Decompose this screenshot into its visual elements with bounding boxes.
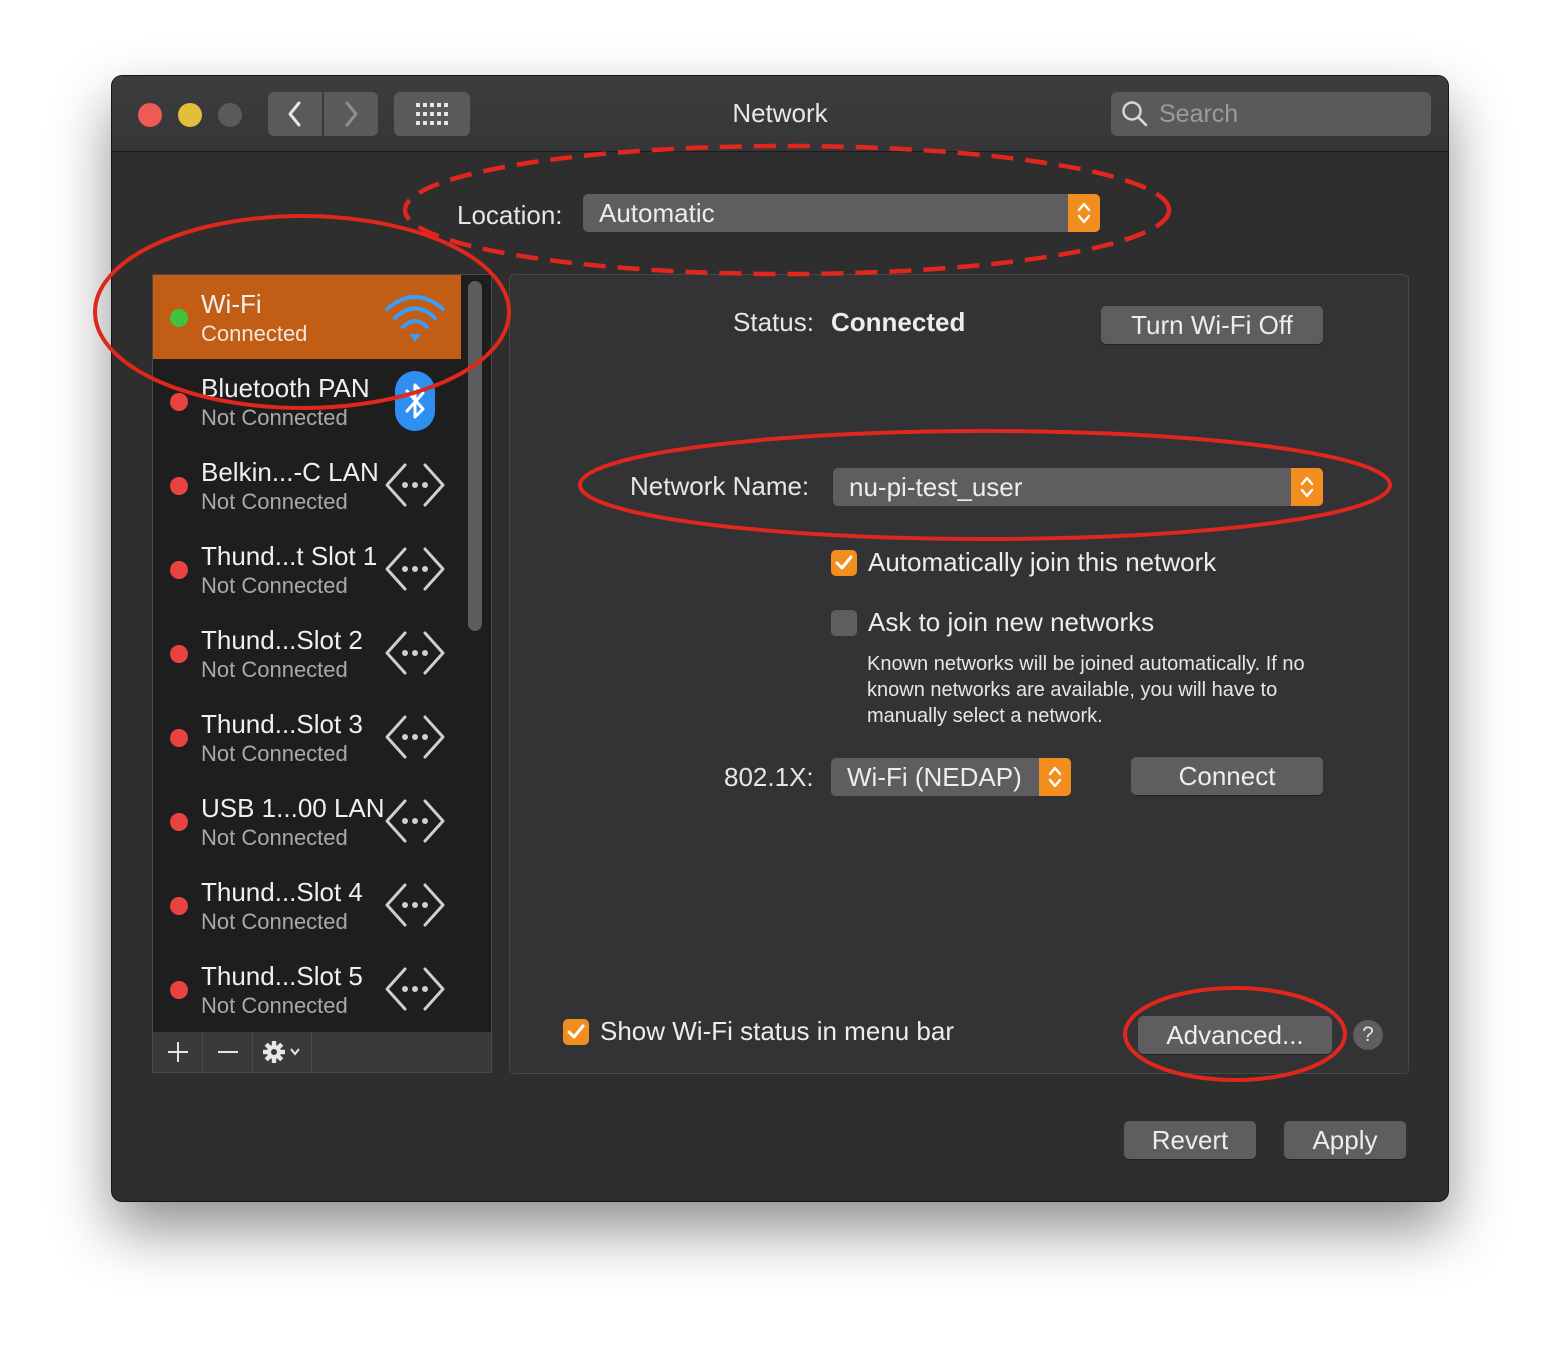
service-item[interactable]: Thund...Slot 2 Not Connected: [153, 611, 461, 695]
auto-join-label: Automatically join this network: [868, 547, 1217, 577]
service-list[interactable]: Wi-Fi Connected Bluetooth PAN Not Connected…: [152, 274, 492, 1034]
service-name: Bluetooth PAN: [201, 373, 370, 403]
ask-join-checkbox[interactable]: [831, 609, 857, 636]
service-name: Belkin...-C LAN: [201, 457, 379, 487]
search-field[interactable]: [1111, 92, 1431, 136]
plus-icon: [167, 1042, 188, 1062]
status-dot: [170, 309, 188, 327]
service-name: Thund...Slot 3: [201, 709, 363, 739]
service-item[interactable]: Thund...Slot 3 Not Connected: [153, 695, 461, 779]
ethernet-icon: [383, 539, 447, 599]
service-name: Thund...Slot 5: [201, 961, 363, 991]
service-name: USB 1...00 LAN: [201, 793, 385, 823]
service-status: Not Connected: [201, 405, 348, 430]
status-dot: [170, 393, 188, 411]
add-service-button[interactable]: [153, 1032, 203, 1072]
network-name-label: Network Name:: [630, 471, 810, 501]
show-wifi-status-label: Show Wi-Fi status in menu bar: [600, 1016, 955, 1046]
ethernet-icon: [383, 455, 447, 515]
location-popup[interactable]: Automatic: [583, 194, 1100, 232]
8021x-popup[interactable]: Wi-Fi (NEDAP): [831, 758, 1071, 796]
network-preferences-window: Network Location: Automatic Wi-FiConnect…: [112, 76, 1448, 1201]
service-status: Not Connected: [201, 741, 348, 766]
action-menu-button[interactable]: [253, 1032, 312, 1072]
join-help-text: Known networks will be joined automatica…: [867, 653, 1305, 727]
status-dot: [170, 897, 188, 915]
bluetooth-icon: [383, 371, 447, 431]
checkmark-icon: [835, 555, 853, 569]
service-name: Wi-Fi: [201, 289, 262, 319]
connect-button[interactable]: Connect: [1131, 757, 1323, 795]
popup-arrows-icon: [1068, 194, 1100, 232]
gear-icon: [263, 1041, 300, 1063]
popup-arrows-icon: [1291, 468, 1323, 506]
popup-arrows-icon: [1039, 758, 1071, 796]
service-list-toolbar: [152, 1032, 492, 1073]
service-status: Not Connected: [201, 825, 348, 850]
service-name: Thund...Slot 4: [201, 877, 363, 907]
auto-join-row: Automatically join this network: [831, 547, 1216, 578]
status-dot: [170, 729, 188, 747]
service-name: Thund...t Slot 1: [201, 541, 378, 571]
show-wifi-status-row: Show Wi-Fi status in menu bar: [563, 1016, 954, 1047]
network-name-value: nu-pi-test_user: [849, 471, 1023, 502]
service-item[interactable]: Thund...t Slot 1 Not Connected: [153, 527, 461, 611]
turn-wifi-off-button[interactable]: Turn Wi-Fi Off: [1101, 306, 1323, 344]
status-dot: [170, 477, 188, 495]
revert-button[interactable]: Revert: [1124, 1121, 1256, 1159]
service-item[interactable]: Thund...Slot 4 Not Connected: [153, 863, 461, 947]
apply-button[interactable]: Apply: [1284, 1121, 1406, 1159]
status-dot: [170, 645, 188, 663]
network-name-popup[interactable]: nu-pi-test_user: [833, 468, 1323, 506]
remove-service-button[interactable]: [203, 1032, 253, 1072]
minus-icon: [217, 1051, 238, 1053]
status-dot: [170, 813, 188, 831]
ethernet-icon: [383, 791, 447, 851]
show-wifi-status-checkbox[interactable]: [563, 1018, 589, 1045]
ask-join-label: Ask to join new networks: [868, 607, 1155, 637]
service-name: Thund...Slot 2: [201, 625, 363, 655]
ask-join-row: Ask to join new networks: [831, 607, 1154, 638]
advanced-button[interactable]: Advanced...: [1138, 1016, 1332, 1054]
search-icon: [1122, 101, 1148, 127]
ethernet-icon: [383, 959, 447, 1019]
status-dot: [170, 981, 188, 999]
location-label: Location:: [457, 200, 563, 230]
service-item[interactable]: USB 1...00 LAN Not Connected: [153, 779, 461, 863]
service-status: Not Connected: [201, 909, 348, 934]
status-label: Status:: [733, 307, 814, 337]
location-value: Automatic: [599, 197, 715, 228]
service-status: Not Connected: [201, 657, 348, 682]
service-list-scrollbar[interactable]: [468, 281, 482, 631]
service-item[interactable]: Wi-Fi Connected: [153, 275, 461, 359]
help-button[interactable]: ?: [1353, 1020, 1383, 1050]
8021x-value: Wi-Fi (NEDAP): [847, 761, 1022, 792]
service-item[interactable]: Bluetooth PAN Not Connected: [153, 359, 461, 443]
ethernet-icon: [383, 875, 447, 935]
service-item[interactable]: Belkin...-C LAN Not Connected: [153, 443, 461, 527]
service-status: Not Connected: [201, 573, 348, 598]
status-dot: [170, 561, 188, 579]
service-item[interactable]: Thund...Slot 5 Not Connected: [153, 947, 461, 1031]
search-input[interactable]: [1157, 98, 1421, 130]
8021x-label: 802.1X:: [724, 762, 814, 792]
status-value: Connected: [831, 307, 966, 337]
service-status: Not Connected: [201, 993, 348, 1018]
ethernet-icon: [383, 707, 447, 767]
auto-join-checkbox[interactable]: [831, 549, 857, 576]
wifi-detail-panel: Status: Connected Turn Wi-Fi Off Network…: [509, 274, 1409, 1074]
wifi-icon: [383, 287, 447, 347]
checkmark-icon: [567, 1024, 585, 1038]
ethernet-icon: [383, 623, 447, 683]
service-status: Not Connected: [201, 489, 348, 514]
service-status: Connected: [201, 321, 308, 346]
title-bar: Network: [112, 76, 1448, 152]
